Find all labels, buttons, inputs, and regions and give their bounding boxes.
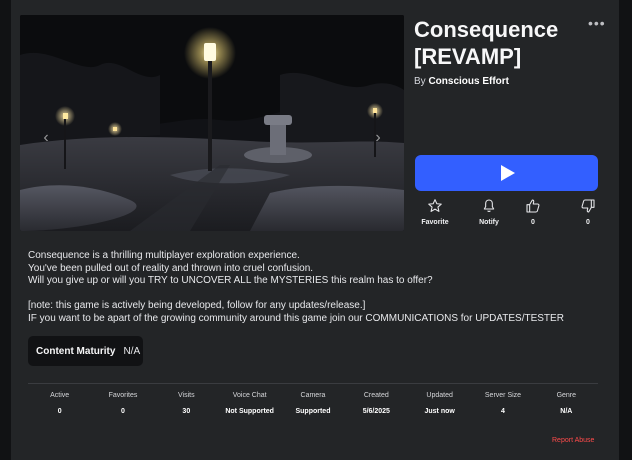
stat-header: Updated bbox=[426, 392, 453, 399]
description-line: Will you give up or will you TRY to UNCO… bbox=[28, 275, 433, 286]
carousel-prev-button[interactable]: ‹ bbox=[36, 125, 56, 151]
stat-header: Visits bbox=[178, 392, 195, 399]
report-abuse-link[interactable]: Report Abuse bbox=[552, 437, 594, 444]
description-line: [note: this game is actively being devel… bbox=[28, 300, 366, 311]
play-icon bbox=[500, 165, 515, 181]
stat-header: Favorites bbox=[108, 392, 138, 399]
downvote-button[interactable]: 0 bbox=[568, 198, 608, 226]
stat-value: Just now bbox=[424, 408, 455, 415]
thumbs-down-icon bbox=[581, 199, 595, 213]
byline-prefix: By bbox=[414, 76, 426, 87]
stat-header: Voice Chat bbox=[232, 392, 267, 399]
play-button[interactable] bbox=[415, 155, 598, 191]
stat-voice-chat: Voice Chat Not Supported bbox=[218, 392, 281, 415]
favorite-button[interactable]: Favorite bbox=[415, 198, 455, 226]
upvote-button[interactable]: 0 bbox=[513, 198, 553, 226]
more-options-button[interactable]: ••• bbox=[588, 15, 606, 31]
game-stats-table: Active 0 Favorites 0 Visits 30 Voice Cha… bbox=[28, 392, 598, 415]
stat-header: Active bbox=[50, 392, 70, 399]
content-maturity-label: Content Maturity bbox=[36, 345, 116, 357]
stat-value: 0 bbox=[57, 408, 62, 415]
stat-genre: Genre N/A bbox=[535, 392, 598, 415]
stat-created: Created 5/6/2025 bbox=[345, 392, 408, 415]
stat-value: 0 bbox=[121, 408, 125, 415]
downvote-count: 0 bbox=[586, 219, 590, 226]
upvote-count: 0 bbox=[531, 219, 535, 226]
game-thumbnail-carousel[interactable]: ‹ › bbox=[20, 15, 404, 231]
content-maturity-badge[interactable]: Content Maturity N/A bbox=[28, 336, 143, 366]
game-thumbnail-image bbox=[20, 15, 404, 231]
stat-favorites: Favorites 0 bbox=[91, 392, 154, 415]
creator-byline: By Conscious Effort bbox=[414, 76, 509, 87]
notify-label: Notify bbox=[479, 219, 499, 226]
stat-value: Not Supported bbox=[225, 408, 274, 415]
stat-value: 5/6/2025 bbox=[362, 408, 390, 415]
stat-active: Active 0 bbox=[28, 392, 91, 415]
ellipsis-icon: ••• bbox=[588, 15, 606, 31]
game-description: Consequence is a thrilling multiplayer e… bbox=[28, 250, 598, 325]
stat-visits: Visits 30 bbox=[155, 392, 218, 415]
stat-value: Supported bbox=[295, 408, 331, 415]
chevron-left-icon: ‹ bbox=[43, 129, 49, 146]
creator-link[interactable]: Conscious Effort bbox=[428, 76, 509, 87]
star-icon bbox=[428, 199, 442, 212]
notify-button[interactable]: Notify bbox=[469, 198, 509, 226]
stat-value: 4 bbox=[501, 408, 505, 415]
stat-header: Genre bbox=[556, 392, 577, 399]
stat-server-size: Server Size 4 bbox=[471, 392, 534, 415]
stat-header: Server Size bbox=[484, 392, 522, 399]
chevron-right-icon: › bbox=[375, 129, 381, 146]
stat-value[interactable]: N/A bbox=[535, 408, 598, 415]
stat-header: Camera bbox=[300, 392, 326, 399]
description-line: IF you want to be apart of the growing c… bbox=[28, 312, 564, 324]
stats-divider bbox=[28, 383, 598, 384]
description-line: Consequence is a thrilling multiplayer e… bbox=[28, 250, 300, 261]
stat-camera: Camera Supported bbox=[281, 392, 344, 415]
stat-header: Created bbox=[363, 392, 389, 399]
game-actions-row: Favorite Notify 0 0 bbox=[415, 198, 598, 232]
content-maturity-value: N/A bbox=[123, 345, 141, 357]
description-line: You've been pulled out of reality and th… bbox=[28, 262, 314, 274]
carousel-next-button[interactable]: › bbox=[368, 125, 388, 151]
stat-updated: Updated Just now bbox=[408, 392, 471, 415]
thumbs-up-icon bbox=[526, 199, 540, 213]
bell-icon bbox=[483, 199, 495, 212]
favorite-label: Favorite bbox=[421, 219, 449, 226]
game-title: Consequence [REVAMP] bbox=[414, 17, 559, 69]
stat-value: 30 bbox=[182, 408, 191, 415]
